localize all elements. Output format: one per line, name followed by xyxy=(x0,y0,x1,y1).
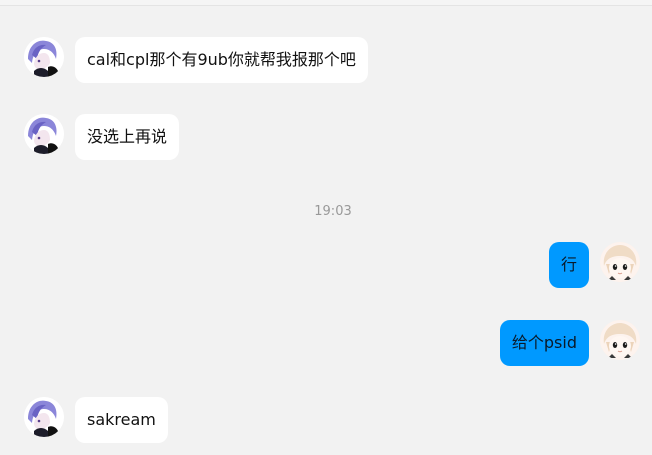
message-timestamp: 19:03 xyxy=(314,204,352,219)
contact-avatar[interactable] xyxy=(24,114,64,154)
message-row: 给个psid xyxy=(0,320,652,366)
message-bubble[interactable]: sakream xyxy=(75,397,168,443)
anime-blonde-avatar-icon xyxy=(600,320,640,360)
message-row: sakream xyxy=(0,397,652,443)
message-bubble[interactable]: 给个psid xyxy=(499,320,589,366)
user-avatar[interactable] xyxy=(600,320,640,360)
anime-blonde-avatar-icon xyxy=(600,242,640,282)
message-row: 行 xyxy=(0,242,652,288)
message-bubble[interactable]: 行 xyxy=(548,242,589,288)
message-bubble[interactable]: 没选上再说 xyxy=(75,114,180,160)
message-bubble[interactable]: cal和cpl那个有9ub你就帮我报那个吧 xyxy=(75,37,368,83)
contact-avatar[interactable] xyxy=(24,37,64,77)
anime-purple-hair-avatar-icon xyxy=(24,37,64,77)
anime-purple-hair-avatar-icon xyxy=(24,397,64,437)
contact-avatar[interactable] xyxy=(24,397,64,437)
anime-purple-hair-avatar-icon xyxy=(24,114,64,154)
header-divider xyxy=(0,0,652,6)
message-row: cal和cpl那个有9ub你就帮我报那个吧 xyxy=(0,37,652,83)
user-avatar[interactable] xyxy=(600,242,640,282)
message-row: 没选上再说 xyxy=(0,114,652,160)
